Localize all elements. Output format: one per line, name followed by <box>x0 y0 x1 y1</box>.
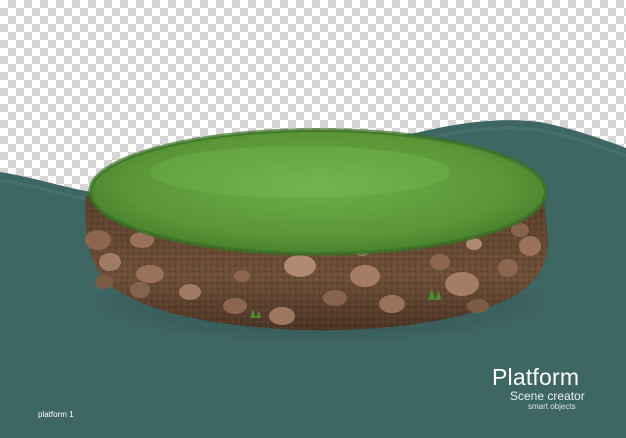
grass-sheen <box>150 146 450 198</box>
smart-objects-text: smart objects <box>528 402 576 411</box>
caption-text: platform 1 <box>38 410 74 419</box>
subtitle-text: Scene creator <box>510 389 585 403</box>
title-text: Platform <box>492 364 580 390</box>
